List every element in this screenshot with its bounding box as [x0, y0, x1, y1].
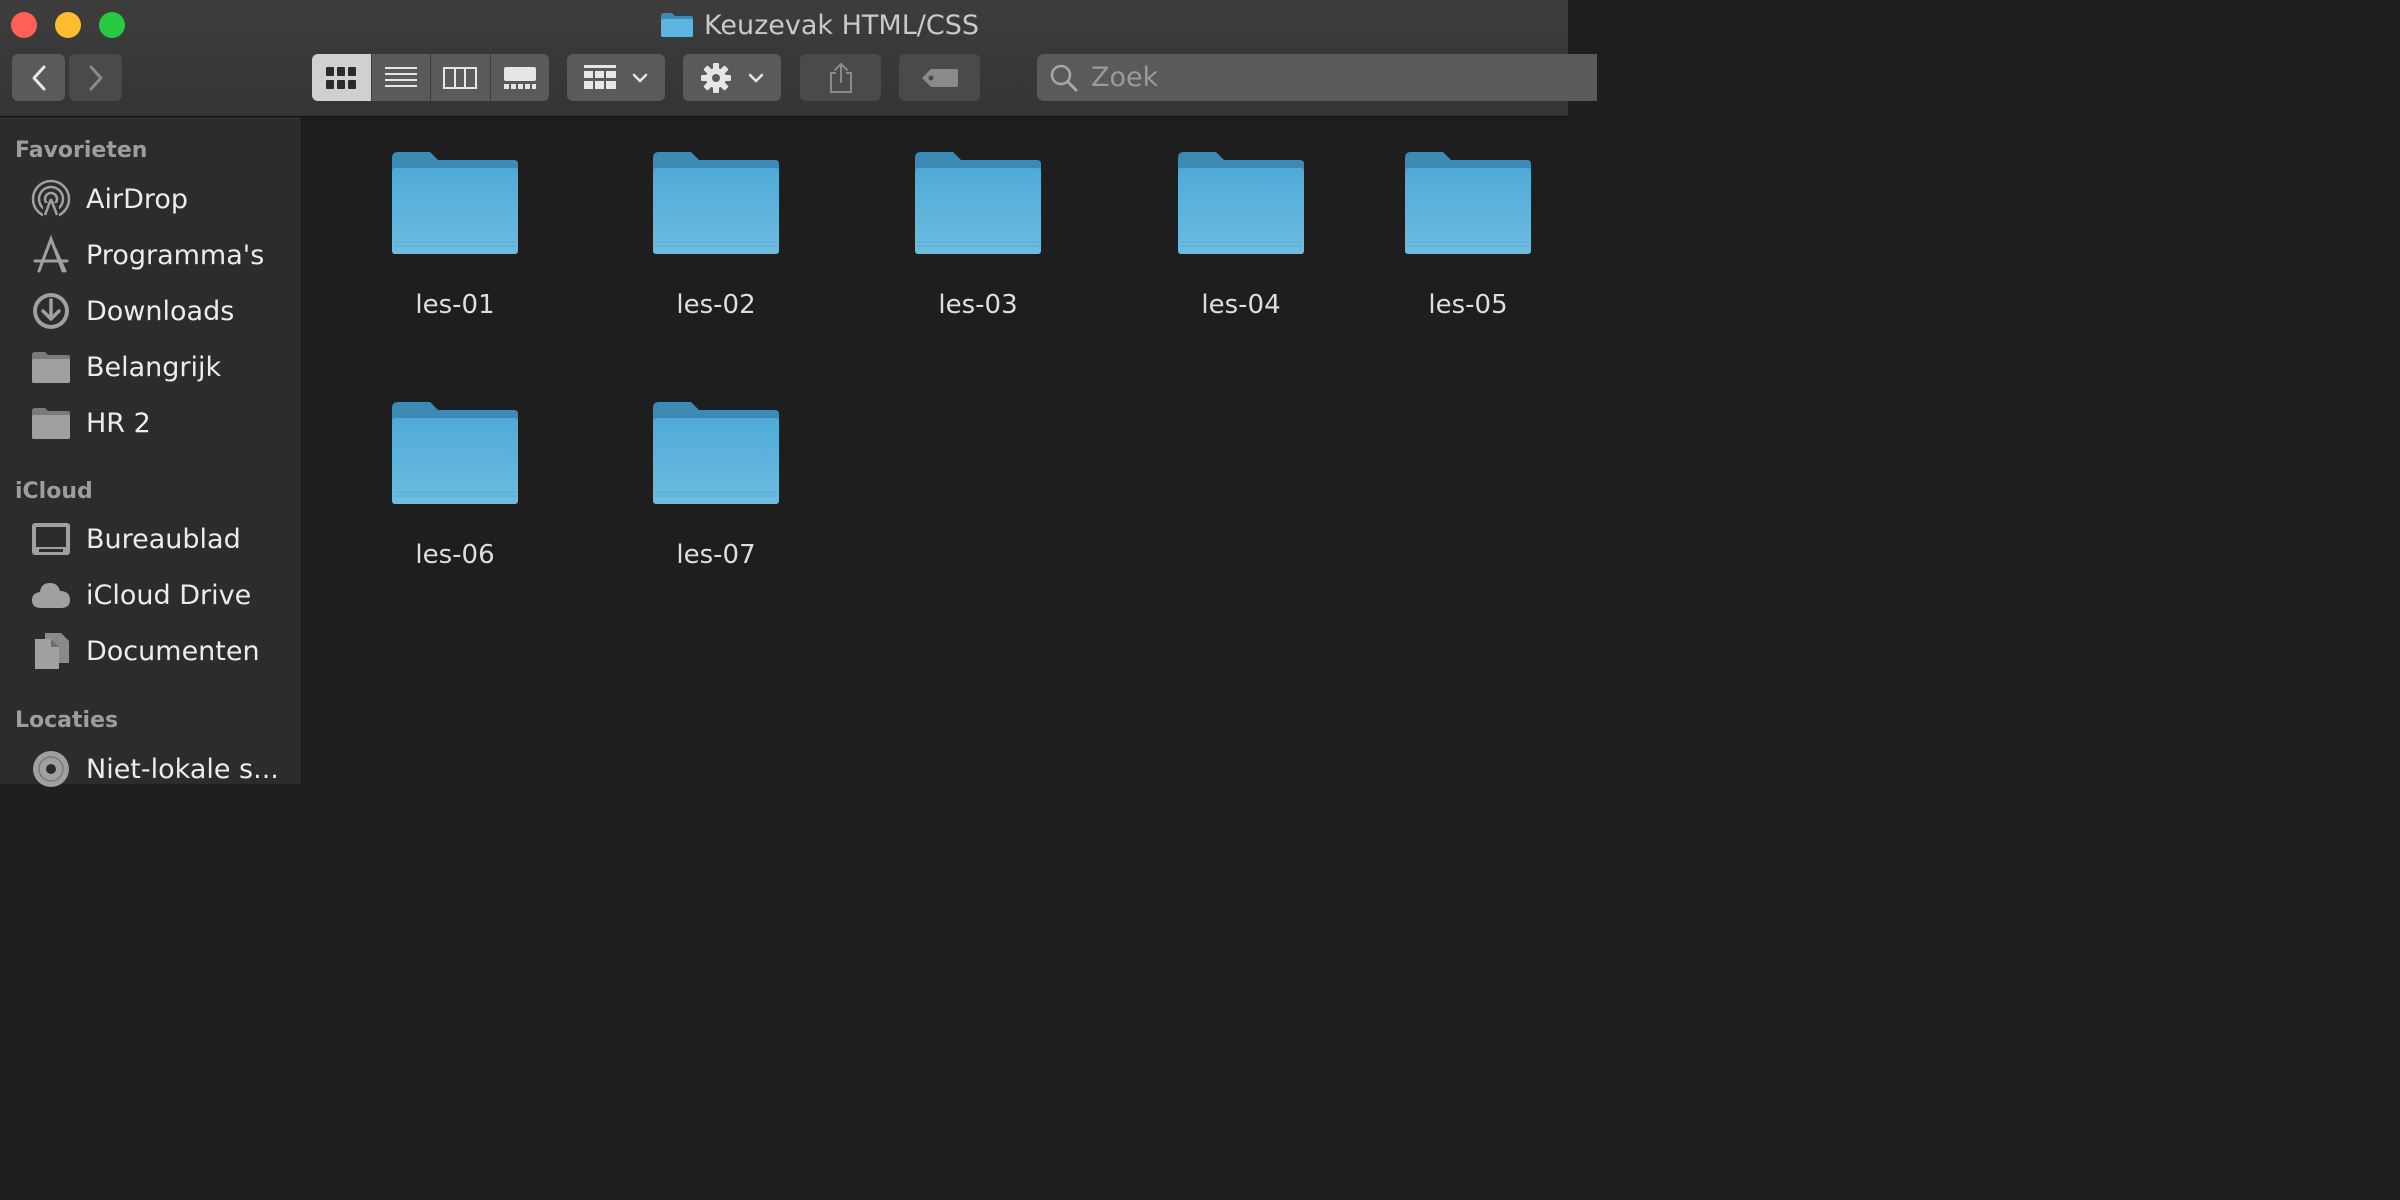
folder-name: les-05: [1428, 290, 1508, 320]
folder-item[interactable]: les-02: [616, 118, 816, 338]
tag-icon: [921, 68, 958, 87]
cloud-icon: [30, 574, 72, 616]
close-window-button[interactable]: [11, 12, 37, 38]
sidebar-item-remote-disc[interactable]: Niet-lokale s...: [30, 747, 292, 791]
sidebar-item-belangrijk[interactable]: Belangrijk: [30, 345, 292, 389]
sidebar-item-desktop[interactable]: Bureaublad: [30, 517, 292, 561]
folder-name: les-02: [676, 290, 756, 320]
chevron-down-icon: [748, 73, 764, 83]
folder-item[interactable]: les-03: [878, 118, 1078, 338]
sidebar-section-locations: Locaties: [15, 708, 119, 733]
folder-icon: [392, 402, 518, 504]
folder-name: les-04: [1201, 290, 1281, 320]
gear-icon: [701, 62, 731, 93]
chevron-down-icon: [632, 73, 648, 83]
sidebar-item-downloads[interactable]: Downloads: [30, 289, 292, 333]
icon-view-button[interactable]: [312, 54, 372, 101]
chevron-left-icon: [32, 65, 45, 90]
documents-icon: [30, 630, 72, 672]
search-input[interactable]: [1089, 61, 1493, 94]
folder-icon: [392, 152, 518, 254]
sidebar-item-label: HR 2: [86, 407, 151, 439]
desktop-icon: [30, 518, 72, 560]
gallery-icon: [503, 66, 536, 89]
list-icon: [384, 66, 417, 87]
folder-item[interactable]: les-07: [616, 368, 816, 588]
maximize-window-button[interactable]: [99, 12, 125, 38]
folder-icon: [30, 402, 72, 444]
share-icon: [829, 62, 852, 93]
search-icon: [1050, 64, 1078, 91]
window-title: Keuzevak HTML/CSS: [660, 8, 979, 42]
folder-name: les-01: [415, 290, 495, 320]
group-by-button[interactable]: [567, 54, 665, 101]
grid-icon: [326, 66, 357, 89]
columns-icon: [443, 66, 478, 89]
folder-name: les-07: [676, 540, 756, 570]
sidebar-item-label: Documenten: [86, 635, 260, 667]
sidebar-item-documents[interactable]: Documenten: [30, 629, 292, 673]
sidebar-item-label: Niet-lokale s...: [86, 753, 279, 785]
folder-item[interactable]: les-01: [355, 118, 555, 338]
list-view-button[interactable]: [372, 54, 431, 101]
sidebar-item-hr2[interactable]: HR 2: [30, 401, 292, 445]
column-view-button[interactable]: [431, 54, 491, 101]
downloads-icon: [30, 290, 72, 332]
view-mode-control: [312, 54, 549, 101]
file-browser-content: les-01 les-02 les-03 les-04 les-05 les-0…: [303, 118, 1568, 784]
minimize-window-button[interactable]: [55, 12, 81, 38]
sidebar-item-label: iCloud Drive: [86, 579, 252, 611]
sidebar-section-icloud: iCloud: [15, 479, 93, 504]
action-button[interactable]: [683, 54, 781, 101]
sidebar-item-icloud-drive[interactable]: iCloud Drive: [30, 573, 292, 617]
forward-button[interactable]: [69, 54, 122, 101]
airdrop-icon: [30, 178, 72, 220]
folder-name: les-03: [938, 290, 1018, 320]
folder-icon: [661, 13, 693, 37]
folder-icon: [30, 346, 72, 388]
sidebar-item-airdrop[interactable]: AirDrop: [30, 177, 292, 221]
sidebar: Favorieten AirDrop Programma's Downloads…: [0, 117, 302, 787]
sidebar-item-label: Belangrijk: [86, 351, 222, 383]
applications-icon: [30, 234, 72, 276]
back-button[interactable]: [12, 54, 65, 101]
folder-name: les-06: [415, 540, 495, 570]
folder-icon: [1178, 152, 1304, 254]
share-button[interactable]: [800, 54, 881, 101]
folder-icon: [653, 152, 779, 254]
gallery-view-button[interactable]: [491, 54, 550, 101]
sidebar-item-label: Programma's: [86, 239, 265, 271]
sidebar-item-applications[interactable]: Programma's: [30, 233, 292, 277]
sidebar-item-label: Downloads: [86, 295, 235, 327]
folder-item[interactable]: les-04: [1141, 118, 1341, 338]
window-title-text: Keuzevak HTML/CSS: [704, 9, 979, 41]
folder-icon: [653, 402, 779, 504]
search-field[interactable]: [1037, 54, 1597, 101]
folder-item[interactable]: les-06: [355, 368, 555, 588]
folder-item[interactable]: les-05: [1368, 118, 1568, 338]
group-icon: [584, 64, 616, 89]
folder-icon: [915, 152, 1041, 254]
folder-icon: [1405, 152, 1531, 254]
chevron-right-icon: [89, 65, 102, 90]
sidebar-item-label: AirDrop: [86, 183, 189, 215]
disc-icon: [30, 748, 72, 790]
sidebar-section-favorites: Favorieten: [15, 138, 148, 163]
tag-button[interactable]: [899, 54, 980, 101]
title-bar: Keuzevak HTML/CSS: [0, 0, 1597, 117]
sidebar-item-label: Bureaublad: [86, 523, 241, 555]
